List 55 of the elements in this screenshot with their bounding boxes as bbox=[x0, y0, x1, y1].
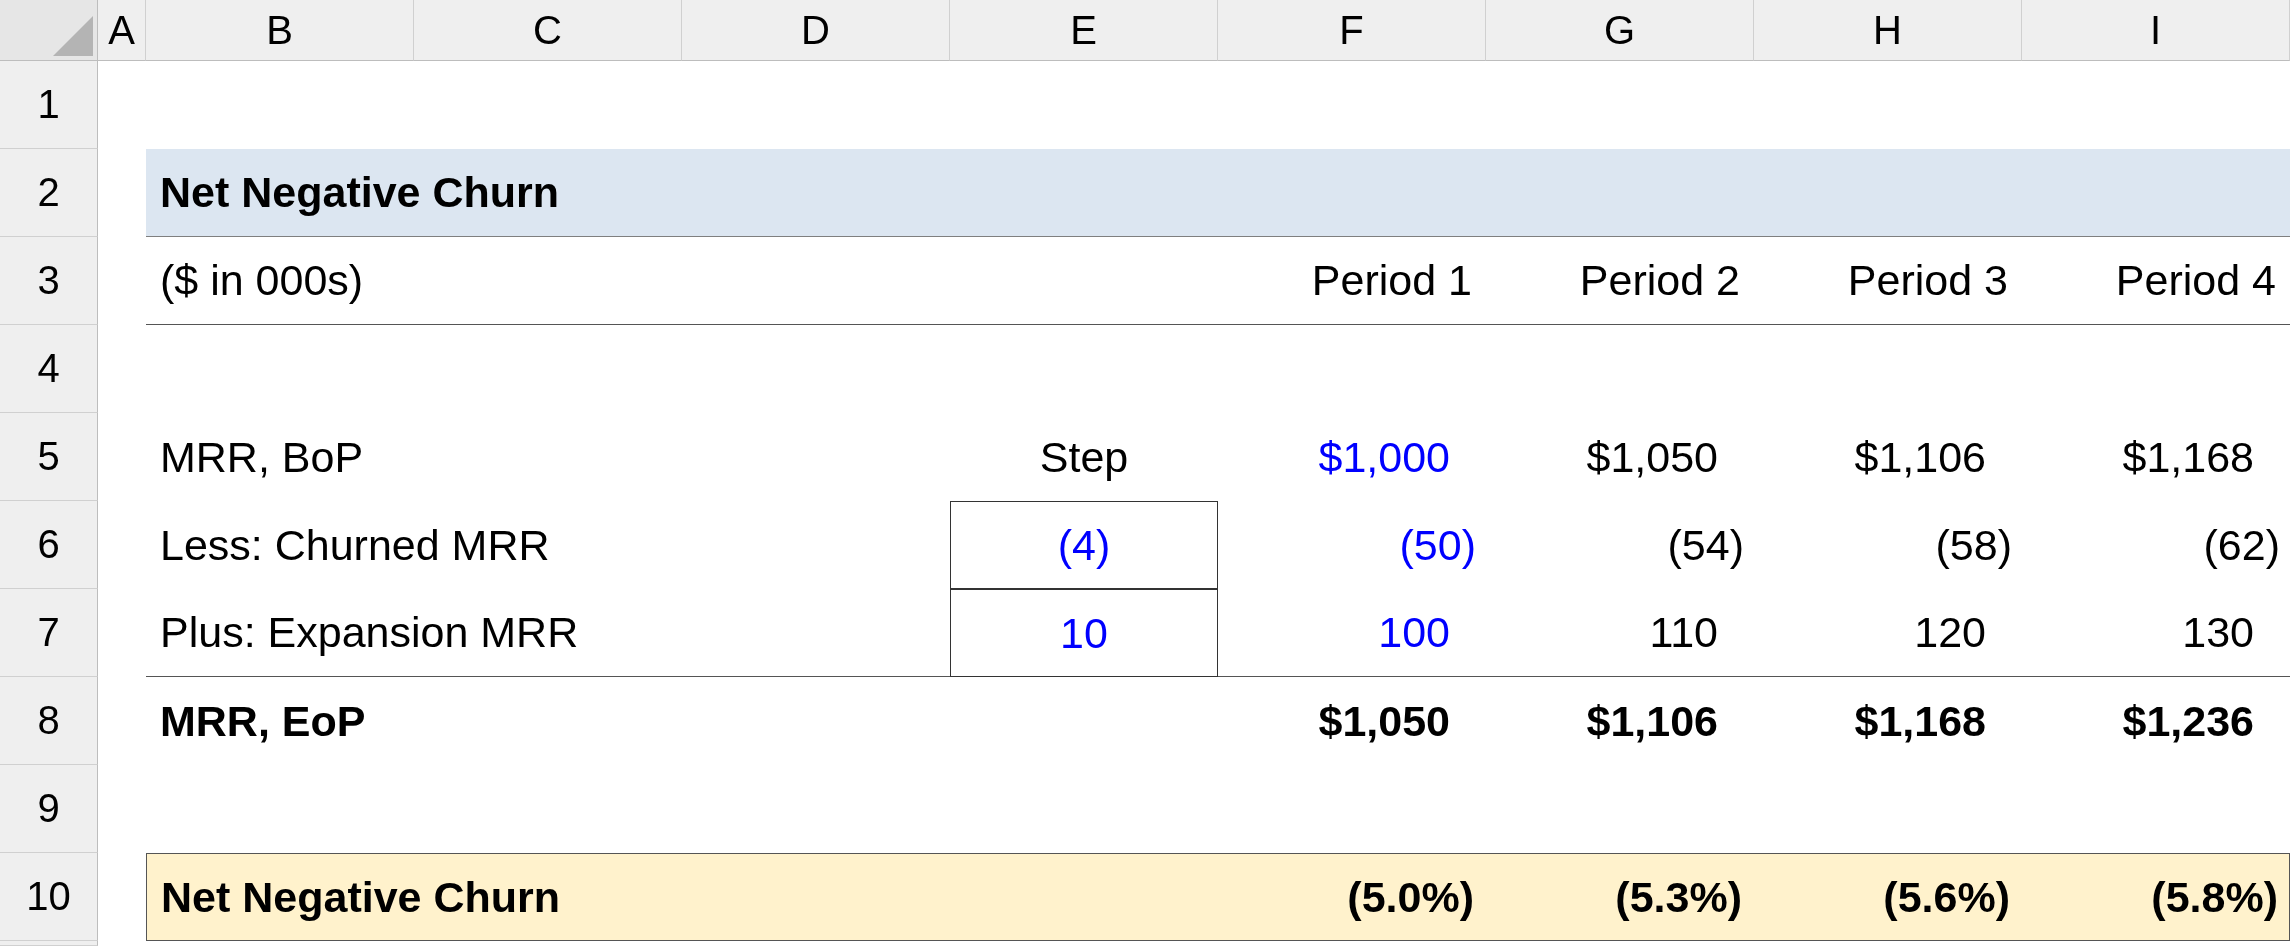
input-cell-text: $1,000 bbox=[1317, 431, 1451, 483]
row-number[interactable]: 3 bbox=[0, 237, 98, 325]
table-cell: 130 bbox=[2022, 589, 2290, 677]
summary-label: Net Negative Churn bbox=[160, 871, 561, 923]
table-cell: 110 bbox=[1486, 589, 1754, 677]
column-header[interactable]: D bbox=[682, 0, 950, 61]
row-label: MRR, EoP bbox=[159, 695, 367, 747]
row-number[interactable]: 7 bbox=[0, 589, 98, 677]
table-cell-text: (5.3%) bbox=[1614, 871, 1743, 923]
table-cell-text: (62) bbox=[2202, 519, 2281, 571]
period-header: Period 3 bbox=[1754, 237, 2022, 325]
table-cell-text: $1,168 bbox=[2121, 431, 2255, 483]
table-cell-text: (54) bbox=[1666, 519, 1745, 571]
table-cell-text: (5.0%) bbox=[1346, 871, 1475, 923]
column-header[interactable]: I bbox=[2022, 0, 2290, 61]
row-number[interactable]: 5 bbox=[0, 413, 98, 501]
row-number[interactable]: 4 bbox=[0, 325, 98, 413]
table-cell: 120 bbox=[1754, 589, 2022, 677]
table-cell-text: $1,236 bbox=[2121, 695, 2255, 747]
table-cell-text: (5.8%) bbox=[2150, 871, 2279, 923]
column-header[interactable]: G bbox=[1486, 0, 1754, 61]
input-cell[interactable]: (4) bbox=[950, 501, 1218, 589]
table-cell-text: (58) bbox=[1934, 519, 2013, 571]
column-header[interactable]: E bbox=[950, 0, 1218, 61]
table-cell-text: $1,168 bbox=[1853, 695, 1987, 747]
column-header[interactable]: B bbox=[146, 0, 414, 61]
row-label: Less: Churned MRR bbox=[159, 519, 551, 571]
row-number[interactable]: 10 bbox=[0, 853, 98, 941]
corner-triangle-icon bbox=[53, 16, 93, 56]
table-cell-text: $1,106 bbox=[1585, 695, 1719, 747]
period-header: Period 2 bbox=[1486, 237, 1754, 325]
period-header: Period 4 bbox=[2022, 237, 2290, 325]
row-label: MRR, BoP bbox=[159, 431, 365, 483]
table-cell-text: (5.6%) bbox=[1882, 871, 2011, 923]
column-header[interactable]: F bbox=[1218, 0, 1486, 61]
row-number[interactable]: 6 bbox=[0, 501, 98, 589]
column-header[interactable]: A bbox=[98, 0, 146, 61]
input-cell[interactable]: 10 bbox=[950, 589, 1218, 677]
column-label: Step bbox=[1038, 431, 1130, 483]
period-header: Period 1 bbox=[1218, 237, 1486, 325]
column-header[interactable]: C bbox=[414, 0, 682, 61]
input-cell-text: (50) bbox=[1398, 519, 1477, 571]
select-all-corner[interactable] bbox=[0, 0, 98, 61]
row-number[interactable]: 1 bbox=[0, 61, 98, 149]
table-cell-text: $1,050 bbox=[1585, 431, 1719, 483]
table-cell-text: $1,050 bbox=[1317, 695, 1451, 747]
row-number[interactable]: 2 bbox=[0, 149, 98, 237]
table-cell-text: $1,106 bbox=[1853, 431, 1987, 483]
row-number[interactable]: 9 bbox=[0, 765, 98, 853]
section-title: Net Negative Churn bbox=[146, 149, 2290, 237]
row-number[interactable]: 8 bbox=[0, 677, 98, 765]
column-header[interactable]: H bbox=[1754, 0, 2022, 61]
input-cell: 100 bbox=[1218, 589, 1486, 677]
units-label: ($ in 000s) bbox=[146, 237, 950, 325]
row-label: Plus: Expansion MRR bbox=[146, 589, 950, 677]
